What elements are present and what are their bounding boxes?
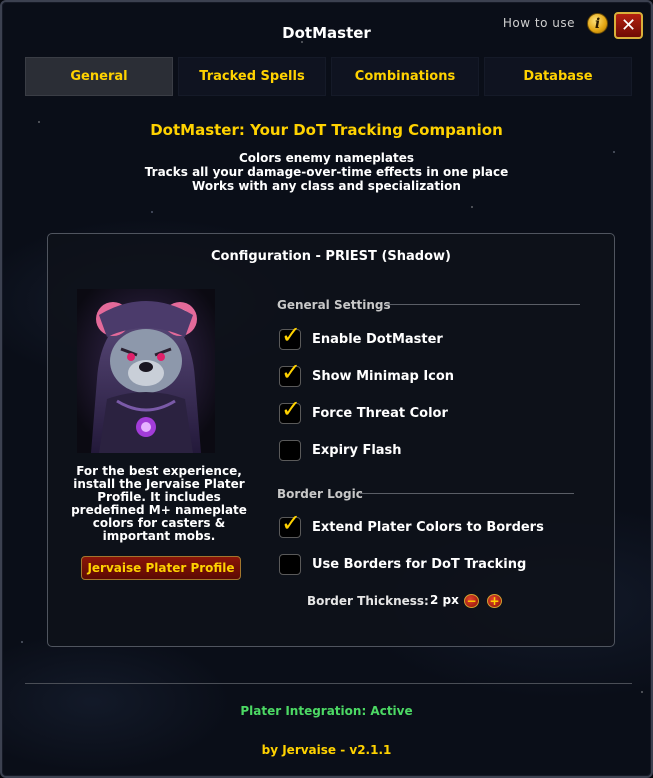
checkbox[interactable]: ✓	[279, 360, 301, 387]
checkbox[interactable]: ✓	[279, 323, 301, 350]
plater-integration-status: Plater Integration: Active	[240, 704, 413, 718]
option-label: Use Borders for DoT Tracking	[312, 557, 527, 572]
checkmark-icon: ✓	[281, 509, 302, 537]
jervaise-plater-profile-button[interactable]: Jervaise Plater Profile	[81, 556, 241, 580]
checkbox[interactable]: ✓	[279, 511, 301, 538]
minus-icon: −	[466, 594, 477, 608]
option-label: Extend Plater Colors to Borders	[312, 520, 544, 535]
dotmaster-window: DotMaster How to use i ✕ General Tracked…	[0, 0, 653, 778]
close-icon: ✕	[620, 14, 637, 36]
section-divider	[385, 304, 580, 305]
checkbox[interactable]: ✓	[279, 397, 301, 424]
checkmark-icon: ✓	[281, 358, 302, 386]
intro-line: Tracks all your damage-over-time effects…	[144, 165, 509, 179]
profile-text-line: important mobs.	[102, 529, 216, 543]
option-force-threat-color[interactable]: ✓ Force Threat Color	[279, 397, 599, 425]
intro-line: Works with any class and specialization	[192, 179, 461, 193]
intro-line: Colors enemy nameplates	[238, 151, 415, 165]
border-thickness-label: Border Thickness:	[307, 594, 429, 608]
bear-portrait-image	[77, 289, 215, 453]
info-icon[interactable]: i	[587, 13, 608, 34]
option-label: Show Minimap Icon	[312, 369, 455, 384]
footer-divider	[25, 683, 632, 684]
close-button[interactable]: ✕	[614, 12, 643, 39]
how-to-use-label[interactable]: How to use	[503, 16, 575, 30]
option-label: Enable DotMaster	[312, 332, 443, 347]
option-extend-plater-colors[interactable]: ✓ Extend Plater Colors to Borders	[279, 511, 599, 539]
plater-profile-description: For the best experience, install the Jer…	[64, 465, 254, 543]
checkmark-icon: ✓	[281, 321, 302, 349]
tab-bar: General Tracked Spells Combinations Data…	[25, 57, 632, 96]
decrease-thickness-button[interactable]: −	[464, 594, 479, 608]
option-expiry-flash[interactable]: Expiry Flash	[279, 440, 599, 462]
tab-general[interactable]: General	[25, 57, 173, 96]
checkbox[interactable]	[279, 440, 301, 461]
configuration-title: Configuration - PRIEST (Shadow)	[211, 249, 451, 264]
tab-database[interactable]: Database	[484, 57, 632, 96]
increase-thickness-button[interactable]: +	[487, 594, 502, 608]
option-use-borders-dot-tracking[interactable]: Use Borders for DoT Tracking	[279, 554, 599, 576]
border-logic-heading: Border Logic	[277, 487, 363, 501]
option-label: Force Threat Color	[312, 406, 448, 421]
option-label: Expiry Flash	[312, 443, 402, 458]
option-show-minimap-icon[interactable]: ✓ Show Minimap Icon	[279, 360, 599, 388]
option-enable-dotmaster[interactable]: ✓ Enable DotMaster	[279, 323, 599, 351]
general-settings-heading: General Settings	[277, 298, 391, 312]
intro-description: Colors enemy nameplates Tracks all your …	[2, 151, 651, 193]
tab-tracked-spells[interactable]: Tracked Spells	[178, 57, 326, 96]
tab-combinations[interactable]: Combinations	[331, 57, 479, 96]
plus-icon: +	[489, 594, 500, 608]
credits-label: by Jervaise - v2.1.1	[261, 743, 392, 757]
configuration-panel: Configuration - PRIEST (Shadow) For the …	[47, 233, 615, 647]
checkbox[interactable]	[279, 554, 301, 575]
border-thickness-value: 2 px	[430, 593, 459, 607]
intro-headline: DotMaster: Your DoT Tracking Companion	[150, 121, 503, 139]
checkmark-icon: ✓	[281, 395, 302, 423]
section-divider	[360, 493, 574, 494]
